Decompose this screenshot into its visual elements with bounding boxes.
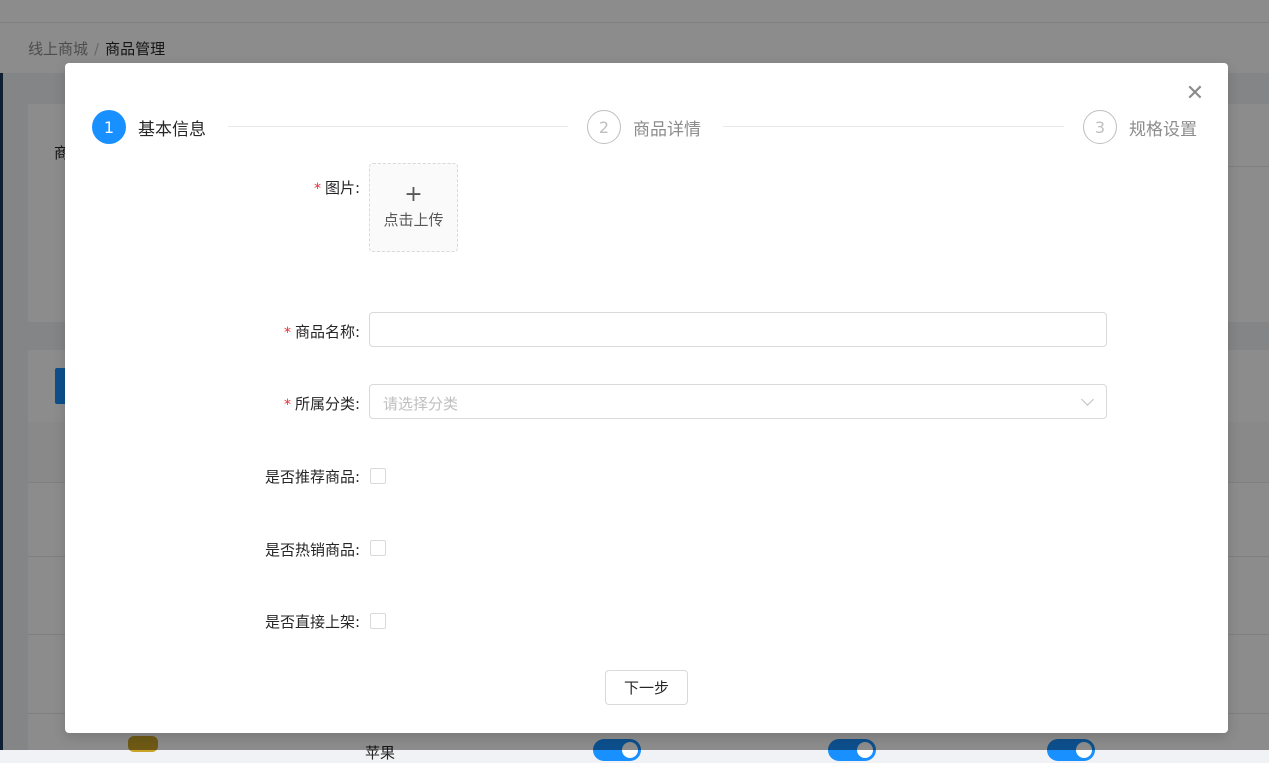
product-name-label: * 商品名称: — [284, 321, 360, 342]
step-product-details[interactable]: 2 商品详情 — [587, 108, 701, 146]
image-label: * 图片: — [314, 177, 360, 198]
step-title: 规格设置 — [1129, 119, 1197, 140]
hot-sale-checkbox[interactable] — [370, 540, 386, 556]
close-icon[interactable]: ✕ — [1184, 83, 1206, 105]
next-step-button[interactable]: 下一步 — [605, 670, 688, 705]
direct-shelf-label: 是否直接上架: — [264, 613, 360, 631]
step-connector — [723, 126, 1064, 127]
recommend-label: 是否推荐商品: — [264, 468, 360, 486]
step-number: 2 — [587, 110, 621, 144]
image-label-text: 图片: — [324, 179, 360, 197]
hot-sale-label: 是否热销商品: — [264, 541, 360, 559]
required-mark: * — [283, 397, 291, 413]
direct-shelf-checkbox[interactable] — [370, 613, 386, 629]
steps: 1 基本信息 2 商品详情 3 规格设置 — [92, 108, 1202, 146]
step-title: 基本信息 — [138, 119, 206, 140]
plus-icon: + — [404, 182, 423, 207]
step-basic-info[interactable]: 1 基本信息 — [92, 108, 206, 146]
required-mark: * — [283, 325, 291, 341]
category-placeholder: 请选择分类 — [383, 395, 459, 413]
recommend-checkbox[interactable] — [370, 468, 386, 484]
step-number: 3 — [1083, 110, 1117, 144]
required-mark: * — [313, 181, 321, 197]
product-name-input[interactable] — [369, 312, 1107, 347]
category-select[interactable]: 请选择分类 — [369, 384, 1107, 419]
upload-text: 点击上传 — [383, 211, 444, 229]
add-product-modal: ✕ 1 基本信息 2 商品详情 3 规格设置 * 图片: + 点击上传 * 商品名称… — [65, 63, 1228, 733]
category-label-text: 所属分类: — [294, 395, 360, 413]
step-title: 商品详情 — [633, 119, 701, 140]
category-label: * 所属分类: — [284, 393, 360, 414]
step-spec-settings[interactable]: 3 规格设置 — [1083, 108, 1197, 146]
step-connector — [228, 126, 568, 127]
chevron-down-icon — [1081, 393, 1094, 406]
product-name-label-text: 商品名称: — [294, 323, 360, 341]
step-number: 1 — [92, 110, 126, 144]
image-upload[interactable]: + 点击上传 — [369, 163, 458, 252]
